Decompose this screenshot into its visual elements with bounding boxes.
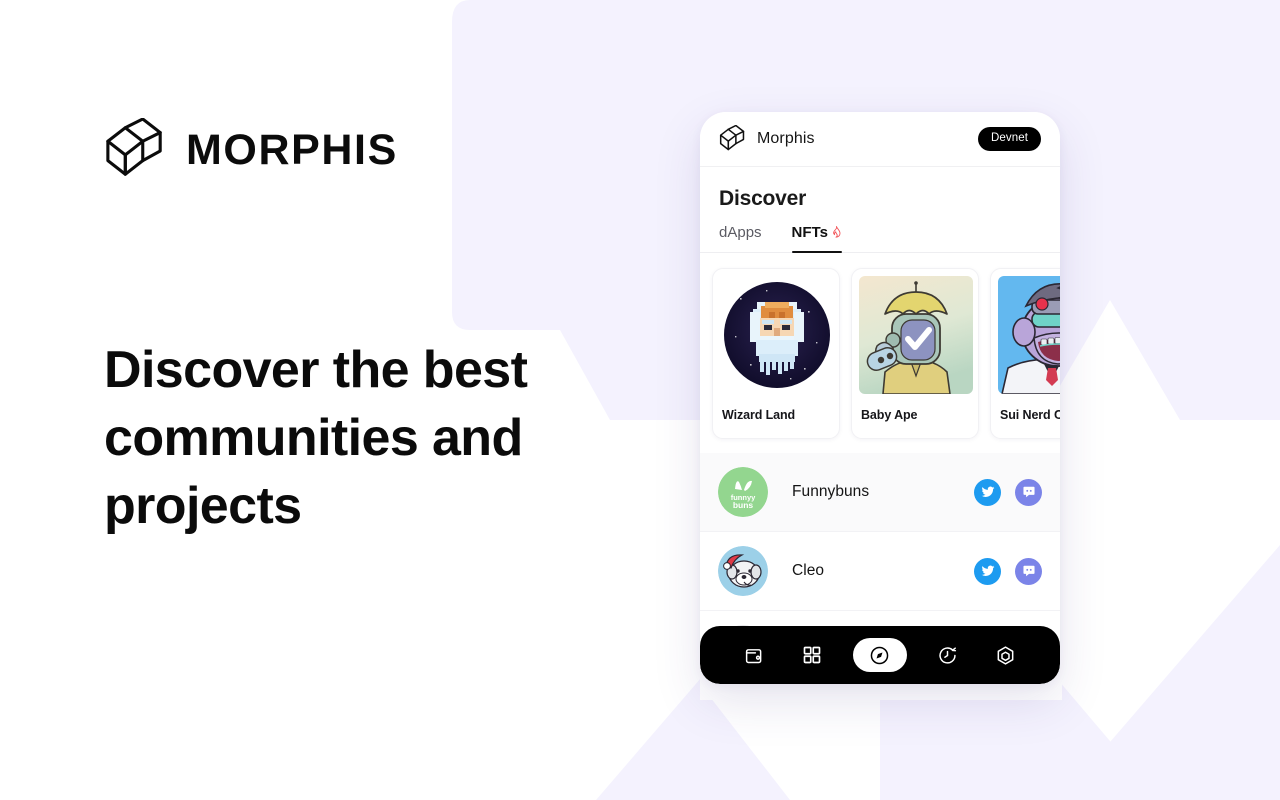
discover-tabs: dApps NFTs <box>700 211 1060 253</box>
discord-icon[interactable] <box>1015 478 1042 506</box>
network-badge[interactable]: Devnet <box>977 126 1041 152</box>
nav-discover[interactable] <box>852 638 907 672</box>
tab-nfts-label: NFTs <box>791 224 828 241</box>
funnybuns-avatar-art: funnyy buns <box>718 467 768 517</box>
brand-wordmark: MORPHIS <box>186 125 398 174</box>
twitter-icon[interactable] <box>974 557 1001 585</box>
history-clock-icon <box>939 646 957 664</box>
app-preview-phone: Morphis Devnet Discover dApps NFTs Wizar… <box>700 112 1060 684</box>
hero-column: MORPHIS Discover the best communities an… <box>104 0 664 800</box>
wallet-icon <box>746 648 762 663</box>
landing-page: MORPHIS Discover the best communities an… <box>0 0 1280 800</box>
nft-card[interactable]: Wizard Land <box>712 268 840 439</box>
sui-nerd-ape-art <box>998 276 1060 394</box>
nft-card-title: Baby Ape <box>861 408 918 422</box>
social-links <box>974 557 1042 585</box>
nav-history[interactable] <box>931 638 965 672</box>
baby-ape-artwork <box>859 276 973 394</box>
twitter-bird-glyph <box>981 565 994 576</box>
tab-dapps[interactable]: dApps <box>719 224 762 252</box>
sui-nerd-club-artwork <box>998 276 1060 394</box>
cleo-dog-avatar <box>718 546 768 596</box>
nft-card-title: Sui Nerd Club <box>1000 408 1060 422</box>
nft-card[interactable]: Sui Nerd Club <box>990 268 1060 439</box>
nft-card-title: Wizard Land <box>722 408 796 422</box>
nft-collection-list[interactable]: Wizard Land Baby Ape Sui Nerd <box>700 253 1060 453</box>
social-links <box>974 478 1042 506</box>
page-title: Discover the best communities and projec… <box>104 341 528 535</box>
tab-dapps-label: dApps <box>719 224 762 241</box>
morphis-cube-icon <box>106 118 162 176</box>
baby-ape-astronaut-art <box>859 276 973 394</box>
morphis-cube-icon <box>719 125 745 151</box>
brand-lockup: MORPHIS <box>104 118 398 182</box>
list-item[interactable]: funnyy buns Funnybuns <box>700 453 1060 532</box>
list-item[interactable]: Cleo <box>700 532 1060 611</box>
pixel-wizard-art <box>720 276 834 394</box>
compass-icon <box>871 646 889 664</box>
community-name: Cleo <box>792 562 825 579</box>
funnybuns-avatar: funnyy buns <box>718 467 768 517</box>
twitter-icon[interactable] <box>974 478 1001 506</box>
apps-grid-icon <box>804 646 821 664</box>
wizard-land-artwork <box>720 276 834 394</box>
bg-shape-bottom-right <box>1060 545 1280 800</box>
fire-icon <box>833 225 841 238</box>
tab-nfts[interactable]: NFTs <box>791 224 843 253</box>
discord-icon[interactable] <box>1015 557 1042 585</box>
community-name: Funnybuns <box>792 483 870 500</box>
nav-wallet[interactable] <box>738 638 772 672</box>
app-name: Morphis <box>757 130 815 147</box>
nft-card[interactable]: Baby Ape <box>851 268 979 439</box>
nav-settings[interactable] <box>988 638 1022 672</box>
svg-text:buns: buns <box>733 500 754 510</box>
discord-chat-glyph <box>1022 565 1035 577</box>
app-header: Morphis Devnet <box>700 112 1060 167</box>
twitter-bird-glyph <box>981 486 994 497</box>
nav-apps[interactable] <box>795 638 829 672</box>
discord-chat-glyph <box>1022 486 1035 498</box>
settings-hexagon-icon <box>997 645 1014 665</box>
cleo-avatar-art <box>718 546 768 596</box>
discover-heading: Discover <box>719 187 807 210</box>
bg-mask-phone-shadow <box>700 684 880 800</box>
bottom-navigation <box>700 626 1060 684</box>
